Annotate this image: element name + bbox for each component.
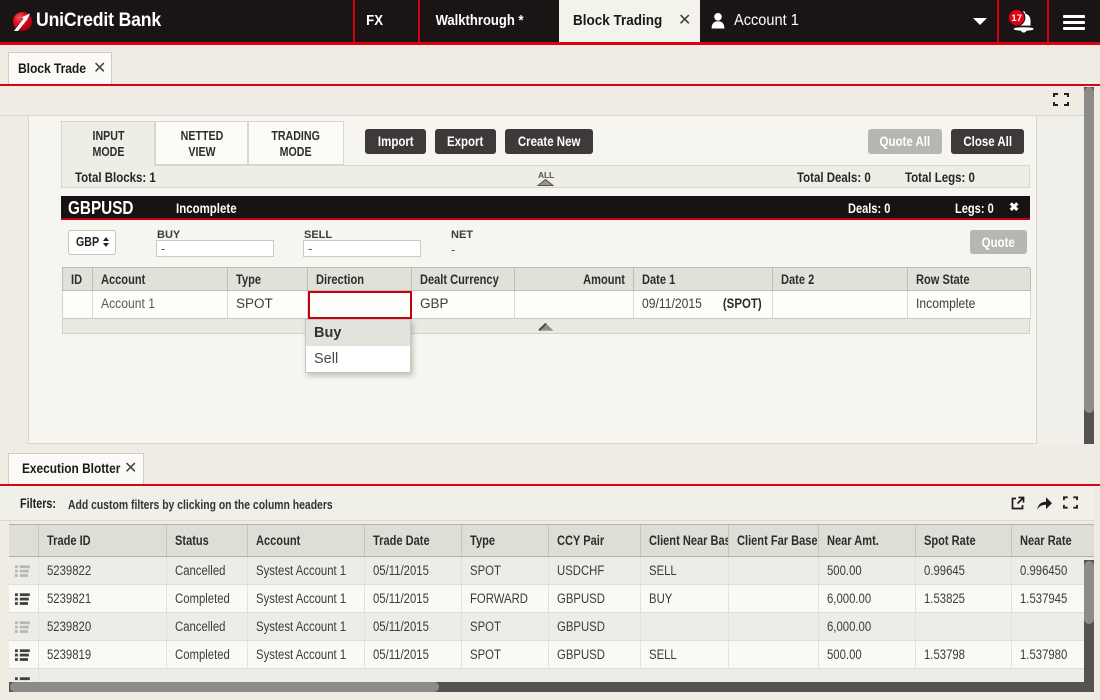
svg-text:17: 17 (1011, 13, 1022, 24)
